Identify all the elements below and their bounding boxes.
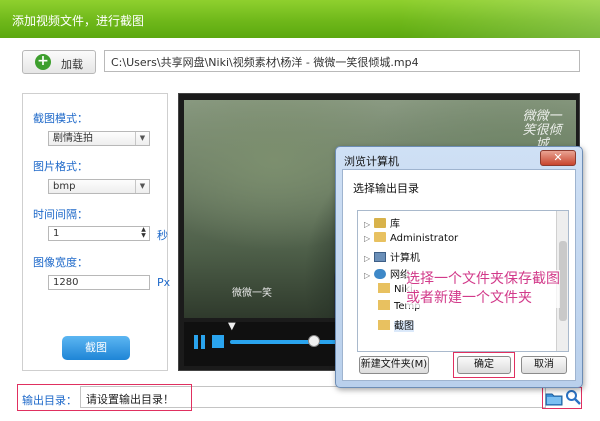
capture-button[interactable]: 截图 [62, 336, 130, 360]
new-folder-button[interactable]: 新建文件夹(M) [359, 356, 429, 374]
dialog-prompt: 选择输出目录 [353, 182, 419, 195]
scrollbar-thumb[interactable] [559, 241, 567, 321]
format-select-value: bmp [53, 181, 76, 192]
folder-icon [378, 283, 390, 293]
expand-icon[interactable]: ▷ [364, 234, 374, 243]
output-highlight-box [17, 384, 192, 411]
load-button-label: 加载 [61, 58, 83, 71]
mode-label: 截图模式： [33, 112, 88, 125]
file-path-field[interactable]: C:\Users\共享网盘\Niki\视频素材\杨洋 - 微微一笑很倾城.mp4 [104, 50, 580, 72]
folder-icon [378, 300, 390, 310]
tree-item-library[interactable]: ▷ 库 [364, 215, 400, 231]
cancel-button[interactable]: 取消 [521, 356, 567, 374]
mode-select[interactable]: 剧情连拍 ▼ [48, 131, 150, 146]
spin-down-icon[interactable]: ▼ [139, 233, 148, 239]
chevron-down-icon: ▼ [135, 180, 149, 193]
user-folder-icon [374, 232, 386, 242]
tree-item-network[interactable]: ▷ 网络 [364, 266, 410, 282]
format-select[interactable]: bmp ▼ [48, 179, 150, 194]
mode-select-value: 剧情连拍 [53, 133, 93, 144]
title-bar: 添加视频文件，进行截图 [0, 0, 600, 38]
dialog-title: 浏览计算机 [344, 155, 399, 168]
width-label: 图像宽度： [33, 256, 88, 269]
title-bar-decoration [400, 0, 600, 38]
interval-value: 1 [53, 228, 60, 239]
video-subtitle: 微微一笑 [232, 288, 272, 299]
browse-highlight-box [542, 387, 582, 409]
expand-icon[interactable]: ▷ [364, 254, 374, 263]
tree-item-computer[interactable]: ▷ 计算机 [364, 249, 420, 265]
browse-dialog: 浏览计算机 ✕ 选择输出目录 ▷ 库 ▷ Administrator ▷ 计算机 ▷ 网… [335, 146, 583, 388]
annotation-line-1: 选择一个文件夹保存截图 [406, 271, 560, 287]
window-title: 添加视频文件，进行截图 [12, 14, 145, 28]
network-icon [374, 269, 386, 279]
ok-highlight-box [453, 352, 515, 378]
settings-panel: 截图模式： 剧情连拍 ▼ 图片格式： bmp ▼ 时间间隔： 1 ▲ ▼ 秒 图… [22, 93, 171, 371]
width-input[interactable]: 1280 [48, 275, 150, 290]
interval-label: 时间间隔： [33, 208, 88, 221]
width-unit: Px [157, 276, 171, 289]
load-button[interactable]: + 加载 [22, 50, 96, 74]
computer-icon [374, 252, 386, 262]
folder-icon [378, 320, 390, 330]
marker-icon[interactable]: ▼ [228, 322, 236, 335]
expand-icon[interactable]: ▷ [364, 271, 374, 280]
annotation-line-2: 或者新建一个文件夹 [406, 290, 532, 306]
seek-handle[interactable] [308, 335, 321, 347]
pause-icon[interactable] [194, 335, 206, 349]
format-label: 图片格式： [33, 160, 88, 173]
interval-stepper[interactable]: 1 ▲ ▼ [48, 226, 150, 241]
close-icon[interactable]: ✕ [540, 150, 576, 166]
tree-item-administrator[interactable]: ▷ Administrator [364, 232, 458, 248]
library-icon [374, 218, 386, 228]
interval-unit: 秒 [157, 229, 168, 242]
expand-icon[interactable]: ▷ [364, 220, 374, 229]
chevron-down-icon: ▼ [135, 132, 149, 145]
stop-icon[interactable] [212, 335, 224, 348]
instruction-annotation: 选择一个文件夹保存截图 或者新建一个文件夹 [406, 270, 560, 308]
tree-item-screenshots[interactable]: 截图 [378, 317, 414, 333]
add-icon: + [35, 54, 51, 70]
